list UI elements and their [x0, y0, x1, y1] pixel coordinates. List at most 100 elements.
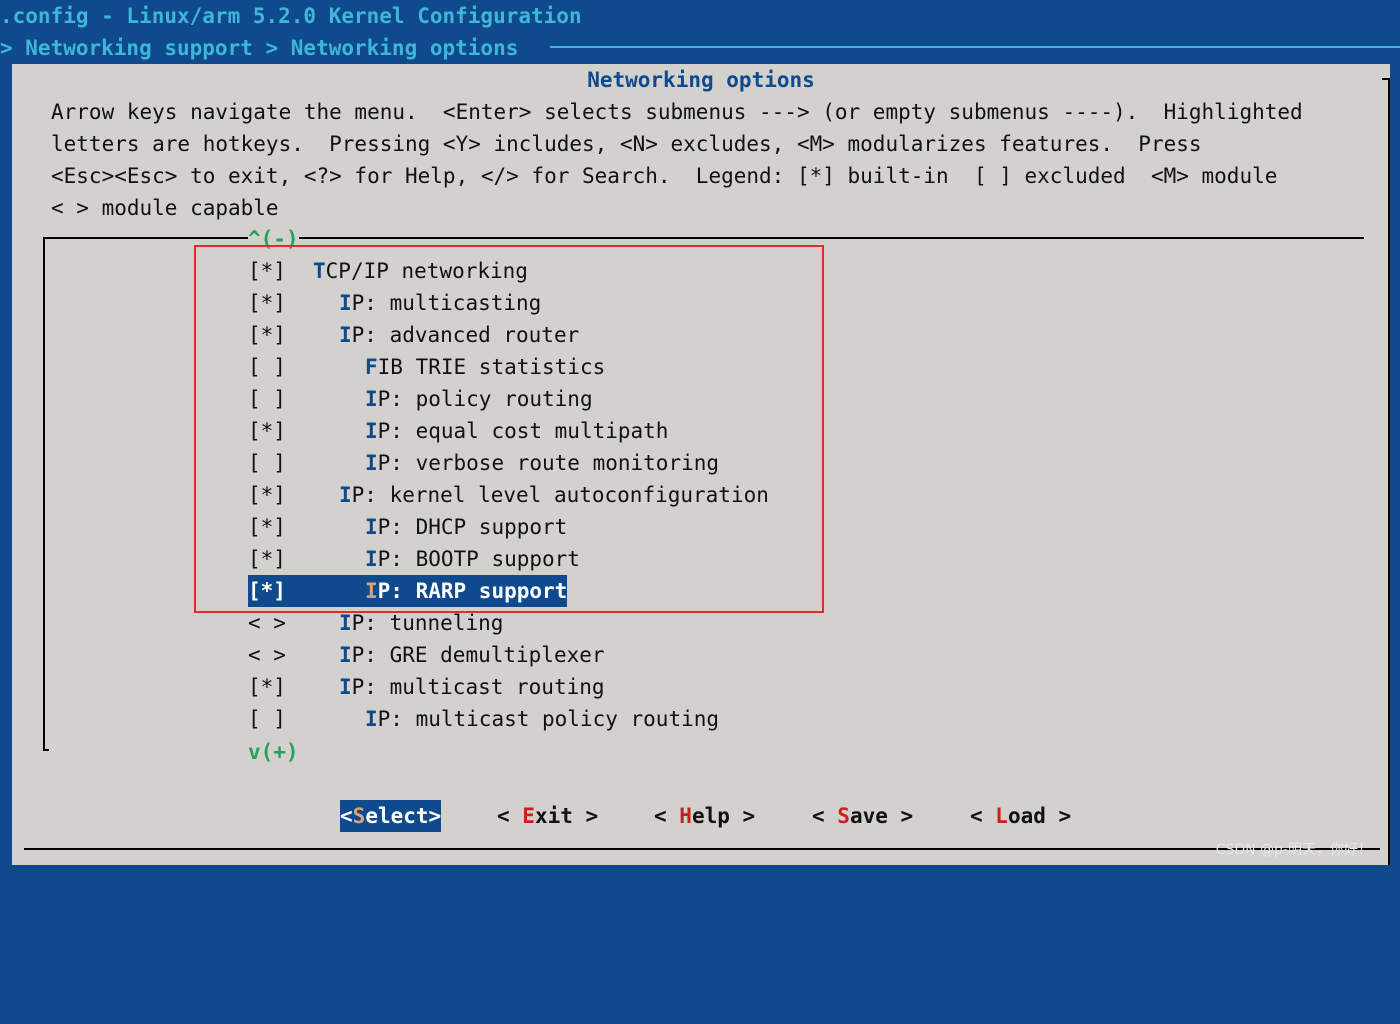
- menu-item-hotkey: I: [339, 323, 352, 347]
- select-button-hotkey: S: [352, 804, 366, 828]
- save-button[interactable]: < Save >: [812, 800, 913, 832]
- menu-item-label: P: equal cost multipath: [377, 419, 669, 443]
- menu-item-label: P: multicast policy routing: [377, 707, 720, 731]
- menu-item-state[interactable]: [*]: [248, 671, 313, 703]
- breadcrumb-rule: [550, 46, 1400, 48]
- menu-item-state[interactable]: [*]: [248, 255, 313, 287]
- help-line: letters are hotkeys. Pressing <Y> includ…: [51, 132, 1202, 156]
- menu-item-state[interactable]: < >: [248, 607, 313, 639]
- menu-item-label: P: RARP support: [377, 579, 568, 603]
- help-button[interactable]: < Help >: [654, 800, 755, 832]
- dialog-border-right: [1388, 78, 1390, 865]
- help-text: Arrow keys navigate the menu. <Enter> se…: [51, 96, 1303, 224]
- menu-item-state[interactable]: [*]: [248, 319, 313, 351]
- menu-item-label: P: verbose route monitoring: [377, 451, 720, 475]
- menu-item-hotkey: I: [339, 611, 352, 635]
- select-button[interactable]: <Select>: [340, 800, 442, 832]
- menu-item[interactable]: [*] IP: advanced router: [248, 319, 769, 351]
- exit-button-pre: <: [497, 804, 523, 828]
- menu-item-hotkey: F: [365, 355, 378, 379]
- load-button-pre: <: [970, 804, 996, 828]
- load-button-post: oad >: [1007, 804, 1072, 828]
- exit-button-post: xit >: [534, 804, 599, 828]
- scroll-up-indicator[interactable]: ^(-): [248, 223, 299, 255]
- menu-item-label: P: kernel level autoconfiguration: [351, 483, 769, 507]
- menu-item-label: P: BOOTP support: [377, 547, 580, 571]
- menu-item[interactable]: [*] IP: equal cost multipath: [248, 415, 769, 447]
- save-button-pre: <: [812, 804, 838, 828]
- help-button-pre: <: [654, 804, 680, 828]
- menu-item-hotkey: I: [339, 483, 352, 507]
- menu-box-left-border: [43, 237, 45, 751]
- exit-button-hotkey: E: [522, 804, 535, 828]
- watermark: CSDN @p-明天，你好！: [1215, 842, 1372, 858]
- menu-item[interactable]: [ ] FIB TRIE statistics: [248, 351, 769, 383]
- menu-item[interactable]: [*] IP: multicasting: [248, 287, 769, 319]
- menu-item[interactable]: [ ] IP: verbose route monitoring: [248, 447, 769, 479]
- help-line: < > module capable: [51, 196, 279, 220]
- menu-item-label: P: policy routing: [377, 387, 593, 411]
- menu-item-hotkey: I: [339, 675, 352, 699]
- menu-item-state[interactable]: [*]: [248, 543, 313, 575]
- menu-item[interactable]: [*] IP: kernel level autoconfiguration: [248, 479, 769, 511]
- menu-item[interactable]: < > IP: tunneling: [248, 607, 769, 639]
- menu-item-state[interactable]: [ ]: [248, 703, 313, 735]
- menu-item-hotkey: I: [365, 547, 378, 571]
- menu-item-state[interactable]: [*]: [248, 479, 313, 511]
- menu-item-label: P: GRE demultiplexer: [351, 643, 605, 667]
- menu-item-hotkey: T: [313, 259, 326, 283]
- menu-item-label: P: advanced router: [351, 323, 580, 347]
- help-button-hotkey: H: [679, 804, 692, 828]
- menu-item-state[interactable]: [ ]: [248, 383, 313, 415]
- menu-item-state[interactable]: [*]: [248, 415, 313, 447]
- menu-item-state[interactable]: [ ]: [248, 351, 313, 383]
- button-bar: <Select> < Exit > < Help > < Save > < Lo…: [12, 800, 1071, 1024]
- menu-item-label: CP/IP networking: [325, 259, 528, 283]
- menu-item-hotkey: I: [365, 579, 378, 603]
- menu-item-hotkey: I: [365, 387, 378, 411]
- menu-item-state[interactable]: [*]: [248, 575, 313, 607]
- menu-item[interactable]: < > IP: GRE demultiplexer: [248, 639, 769, 671]
- menu-item[interactable]: [ ] IP: multicast policy routing: [248, 703, 769, 735]
- menu-item-hotkey: I: [365, 707, 378, 731]
- menu-item-hotkey: I: [365, 515, 378, 539]
- breadcrumb: > Networking support > Networking option…: [0, 36, 519, 60]
- menu-item-label: P: multicasting: [351, 291, 542, 315]
- save-button-hotkey: S: [837, 804, 850, 828]
- menu-item[interactable]: [ ] IP: policy routing: [248, 383, 769, 415]
- dialog-title: Networking options: [587, 68, 815, 92]
- help-line: <Esc><Esc> to exit, <?> for Help, </> fo…: [51, 164, 1278, 188]
- select-button-post: elect>: [365, 804, 442, 828]
- menu-item-label: IB TRIE statistics: [377, 355, 606, 379]
- menu-item-label: P: DHCP support: [377, 515, 568, 539]
- menu-item-label: P: multicast routing: [351, 675, 605, 699]
- scroll-down-indicator[interactable]: v(+): [248, 736, 299, 768]
- menu-item-state[interactable]: [*]: [248, 287, 313, 319]
- menu-item[interactable]: [*] TCP/IP networking: [248, 255, 769, 287]
- help-button-post: elp >: [691, 804, 756, 828]
- window-title: .config - Linux/arm 5.2.0 Kernel Configu…: [0, 4, 582, 28]
- save-button-post: ave >: [849, 804, 914, 828]
- menu-box-top-border: [43, 237, 1364, 239]
- menu-item-hotkey: I: [365, 451, 378, 475]
- load-button[interactable]: < Load >: [970, 800, 1071, 832]
- exit-button[interactable]: < Exit >: [497, 800, 598, 832]
- dialog: Networking options Arrow keys navigate t…: [12, 64, 1390, 865]
- menu-item-state[interactable]: < >: [248, 639, 313, 671]
- menu-item-hotkey: I: [339, 643, 352, 667]
- menu-item-state[interactable]: [*]: [248, 511, 313, 543]
- menu-item-state[interactable]: [ ]: [248, 447, 313, 479]
- menu-item[interactable]: [*] IP: BOOTP support: [248, 543, 769, 575]
- menu-item-hotkey: I: [339, 291, 352, 315]
- menu-item-label: P: tunneling: [351, 611, 504, 635]
- load-button-hotkey: L: [995, 804, 1008, 828]
- menu-item-hotkey: I: [365, 419, 378, 443]
- menu-item[interactable]: [*] IP: multicast routing: [248, 671, 769, 703]
- menu-item-selected[interactable]: [*] IP: RARP support: [248, 575, 568, 607]
- menu-box-bottom-tick: [43, 749, 49, 751]
- help-line: Arrow keys navigate the menu. <Enter> se…: [51, 100, 1303, 124]
- menu-list: [*] TCP/IP networking [*] IP: multicasting[…: [248, 255, 769, 735]
- select-button-pre: <: [340, 804, 353, 828]
- menu-item[interactable]: [*] IP: DHCP support: [248, 511, 769, 543]
- bottom-rule: [24, 848, 1380, 850]
